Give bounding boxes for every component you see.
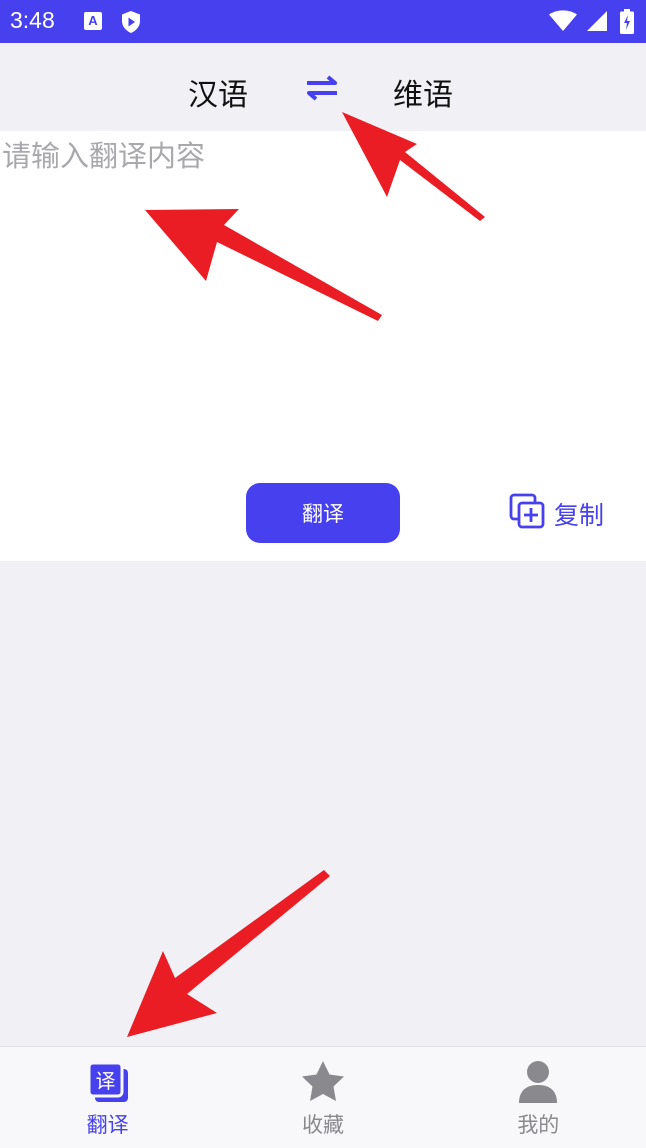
status-time: 3:48 <box>10 7 55 33</box>
shield-icon <box>120 10 142 38</box>
star-icon <box>300 1059 346 1105</box>
copy-plus-icon <box>508 492 546 536</box>
nav-item-favorites[interactable]: 收藏 <box>215 1047 430 1148</box>
target-language[interactable]: 维语 <box>393 70 453 114</box>
status-bar: 3:48 A <box>0 0 646 43</box>
person-icon <box>515 1059 561 1105</box>
nav-item-profile[interactable]: 我的 <box>431 1047 646 1148</box>
nav-label-translate: 翻译 <box>86 1113 129 1137</box>
translator-screen: 3:48 A 汉语 维语 请输入翻译内容 翻译 复制 译 翻译 收藏 我的 <box>0 0 646 1148</box>
copy-label: 复制 <box>554 501 605 530</box>
source-language[interactable]: 汉语 <box>188 70 248 114</box>
copy-button[interactable]: 复制 <box>508 492 604 536</box>
nav-label-profile: 我的 <box>517 1113 560 1137</box>
translate-input[interactable] <box>0 131 646 461</box>
a-icon: A <box>84 12 102 30</box>
nav-label-favorites: 收藏 <box>301 1113 344 1137</box>
input-card: 翻译 复制 <box>0 131 646 561</box>
translate-icon-glyph: 译 <box>95 1069 115 1093</box>
wifi-icon <box>548 10 578 36</box>
nav-item-translate[interactable]: 译 翻译 <box>0 1047 215 1148</box>
language-header: 汉语 维语 <box>0 43 646 131</box>
translate-icon: 译 <box>85 1059 131 1105</box>
battery-icon <box>620 9 634 38</box>
translate-button[interactable]: 翻译 <box>246 483 400 543</box>
bottom-nav: 译 翻译 收藏 我的 <box>0 1046 646 1148</box>
swap-arrows-icon[interactable] <box>304 75 340 105</box>
result-area <box>0 561 646 1046</box>
signal-icon <box>586 10 608 36</box>
